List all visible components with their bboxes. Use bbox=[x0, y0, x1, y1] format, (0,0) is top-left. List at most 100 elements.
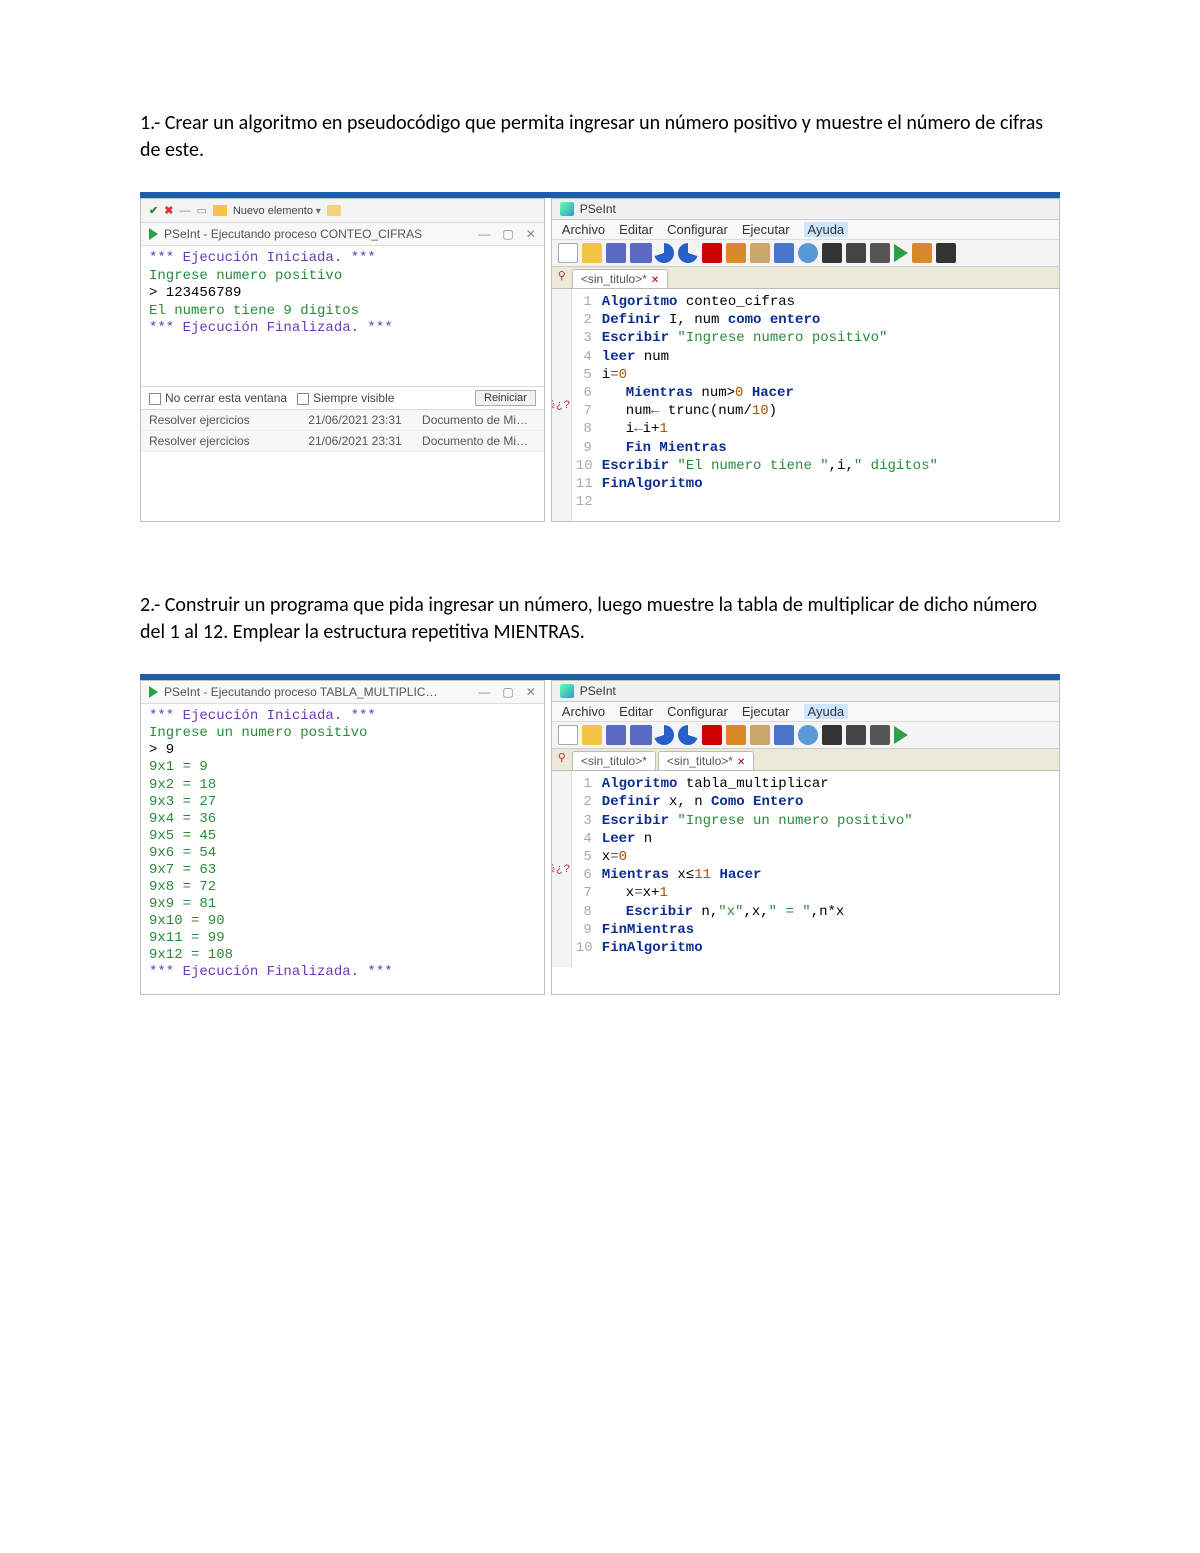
editor-tab[interactable]: <sin_titulo>*✕ bbox=[658, 751, 754, 770]
paste-icon[interactable] bbox=[750, 725, 770, 745]
menu-ejecutar[interactable]: Ejecutar bbox=[742, 704, 790, 719]
code-line: 5i=0 bbox=[576, 366, 1055, 384]
code-line: 7num← trunc(num/10) bbox=[576, 402, 1055, 420]
copy-icon[interactable] bbox=[726, 243, 746, 263]
glyph-decor: ½¿? bbox=[551, 399, 571, 411]
exec-title: PSeInt - Ejecutando proceso CONTEO_CIFRA… bbox=[164, 227, 472, 241]
check-icon: ✔ bbox=[149, 204, 158, 217]
stop-icon[interactable] bbox=[936, 243, 956, 263]
run-icon[interactable] bbox=[894, 726, 908, 744]
divider-icon: — bbox=[179, 205, 190, 217]
tool-icon[interactable] bbox=[846, 243, 866, 263]
menu-ayuda[interactable]: Ayuda bbox=[804, 222, 849, 237]
code-body-2[interactable]: 1Algoritmo tabla_multiplicar2Definir x, … bbox=[572, 771, 1059, 967]
new-file-icon[interactable] bbox=[558, 243, 578, 263]
exec-titlebar: PSeInt - Ejecutando proceso CONTEO_CIFRA… bbox=[141, 223, 544, 246]
save-icon[interactable] bbox=[606, 725, 626, 745]
tool-icon[interactable] bbox=[846, 725, 866, 745]
code-line: 6Mientras num>0 Hacer bbox=[576, 384, 1055, 402]
code-area-1: ½¿? Lista de Variables *=∧ Operadores y … bbox=[552, 289, 1059, 521]
menu-archivo[interactable]: Archivo bbox=[562, 222, 605, 237]
close-tab-icon[interactable]: ✕ bbox=[651, 275, 659, 286]
open-folder-icon[interactable] bbox=[582, 725, 602, 745]
code-line: 4leer num bbox=[576, 348, 1055, 366]
maximize-button[interactable]: ▢ bbox=[502, 227, 513, 241]
minimize-button[interactable]: — bbox=[478, 227, 490, 241]
cut-icon[interactable] bbox=[702, 243, 722, 263]
code-body-1[interactable]: 1Algoritmo conteo_cifras2Definir I, num … bbox=[572, 289, 1059, 521]
book-icon[interactable] bbox=[774, 243, 794, 263]
open-folder-icon[interactable] bbox=[582, 243, 602, 263]
maximize-button[interactable]: ▢ bbox=[502, 685, 513, 699]
menu-archivo[interactable]: Archivo bbox=[562, 704, 605, 719]
code-line: 1Algoritmo conteo_cifras bbox=[576, 293, 1055, 311]
redo-icon[interactable] bbox=[678, 725, 698, 745]
save-icon[interactable] bbox=[606, 243, 626, 263]
undo-icon[interactable] bbox=[654, 725, 674, 745]
copy-icon[interactable] bbox=[726, 725, 746, 745]
exec-output-1: *** Ejecución Iniciada. ***Ingrese numer… bbox=[141, 246, 544, 386]
editor-titlebar: PSeInt bbox=[552, 681, 1059, 702]
screenshot-pair-1: ✔ ✖ — ▭ Nuevo elemento PSeInt - Ejecutan… bbox=[140, 192, 1060, 522]
exec-footer: No cerrar esta ventana Siempre visible R… bbox=[141, 386, 544, 409]
menu-ejecutar[interactable]: Ejecutar bbox=[742, 222, 790, 237]
exec-output-2: *** Ejecución Iniciada. ***Ingrese un nu… bbox=[141, 704, 544, 993]
rename-icon: ▭ bbox=[196, 204, 206, 217]
x-icon: ✖ bbox=[164, 204, 173, 217]
exercise-2-text: 2.- Construir un programa que pida ingre… bbox=[140, 592, 1060, 646]
code-line: 6Mientras x≤11 Hacer bbox=[576, 866, 1055, 884]
minimize-button[interactable]: — bbox=[478, 685, 490, 699]
help-icon[interactable] bbox=[798, 725, 818, 745]
menu-editar[interactable]: Editar bbox=[619, 222, 653, 237]
vertical-sidebar: ½¿? Lista de Variables *=∧ Operadores y … bbox=[552, 771, 572, 967]
undo-icon[interactable] bbox=[654, 243, 674, 263]
pin-icon: ⚲ bbox=[558, 269, 570, 288]
code-line: 2Definir I, num como entero bbox=[576, 311, 1055, 329]
menu-ayuda[interactable]: Ayuda bbox=[804, 704, 849, 719]
close-tab-icon[interactable]: ✕ bbox=[737, 757, 745, 768]
step-icon[interactable] bbox=[912, 243, 932, 263]
vertical-sidebar: ½¿? Lista de Variables *=∧ Operadores y … bbox=[552, 289, 572, 521]
file-row[interactable]: Resolver ejercicios21/06/2021 23:31Docum… bbox=[141, 410, 544, 431]
editor-tab[interactable]: <sin_titulo>* bbox=[572, 751, 656, 770]
redo-icon[interactable] bbox=[678, 243, 698, 263]
menubar: Archivo Editar Configurar Ejecutar Ayuda bbox=[552, 220, 1059, 240]
code-line: 3Escribir "Ingrese un numero positivo" bbox=[576, 812, 1055, 830]
close-button[interactable]: ✕ bbox=[526, 227, 536, 241]
exec-title: PSeInt - Ejecutando proceso TABLA_MULTIP… bbox=[164, 685, 472, 699]
editor-tab[interactable]: <sin_titulo>*✕ bbox=[572, 269, 668, 288]
screenshot-pair-2: PSeInt - Ejecutando proceso TABLA_MULTIP… bbox=[140, 674, 1060, 994]
no-cerrar-checkbox[interactable]: No cerrar esta ventana bbox=[149, 391, 287, 405]
toolbar bbox=[552, 722, 1059, 749]
tool-icon[interactable] bbox=[870, 243, 890, 263]
code-line: 8Escribir n,"x",x," = ",n*x bbox=[576, 903, 1055, 921]
menu-editar[interactable]: Editar bbox=[619, 704, 653, 719]
tool-icon[interactable] bbox=[870, 725, 890, 745]
book-icon[interactable] bbox=[774, 725, 794, 745]
pseint-logo-icon bbox=[560, 684, 574, 698]
tool-icon[interactable] bbox=[822, 725, 842, 745]
editor-titlebar: PSeInt bbox=[552, 199, 1059, 220]
save-all-icon[interactable] bbox=[630, 243, 650, 263]
siempre-visible-checkbox[interactable]: Siempre visible bbox=[297, 391, 394, 405]
tabstrip: ⚲ <sin_titulo>*✕ bbox=[552, 267, 1059, 289]
play-icon bbox=[149, 686, 158, 698]
code-line: 10FinAlgoritmo bbox=[576, 939, 1055, 957]
run-icon[interactable] bbox=[894, 244, 908, 262]
cut-icon[interactable] bbox=[702, 725, 722, 745]
menu-configurar[interactable]: Configurar bbox=[667, 222, 728, 237]
code-line: 7x=x+1 bbox=[576, 884, 1055, 902]
reiniciar-button[interactable]: Reiniciar bbox=[475, 390, 536, 406]
code-line: 9FinMientras bbox=[576, 921, 1055, 939]
menu-configurar[interactable]: Configurar bbox=[667, 704, 728, 719]
paste-icon[interactable] bbox=[750, 243, 770, 263]
file-row[interactable]: Resolver ejercicios21/06/2021 23:31Docum… bbox=[141, 431, 544, 452]
new-file-icon[interactable] bbox=[558, 725, 578, 745]
close-button[interactable]: ✕ bbox=[526, 685, 536, 699]
file-list: Resolver ejercicios21/06/2021 23:31Docum… bbox=[141, 409, 544, 452]
save-all-icon[interactable] bbox=[630, 725, 650, 745]
help-icon[interactable] bbox=[798, 243, 818, 263]
tool-icon[interactable] bbox=[822, 243, 842, 263]
nuevo-elemento-dropdown[interactable]: Nuevo elemento bbox=[233, 205, 321, 217]
code-line: 11FinAlgoritmo bbox=[576, 475, 1055, 493]
